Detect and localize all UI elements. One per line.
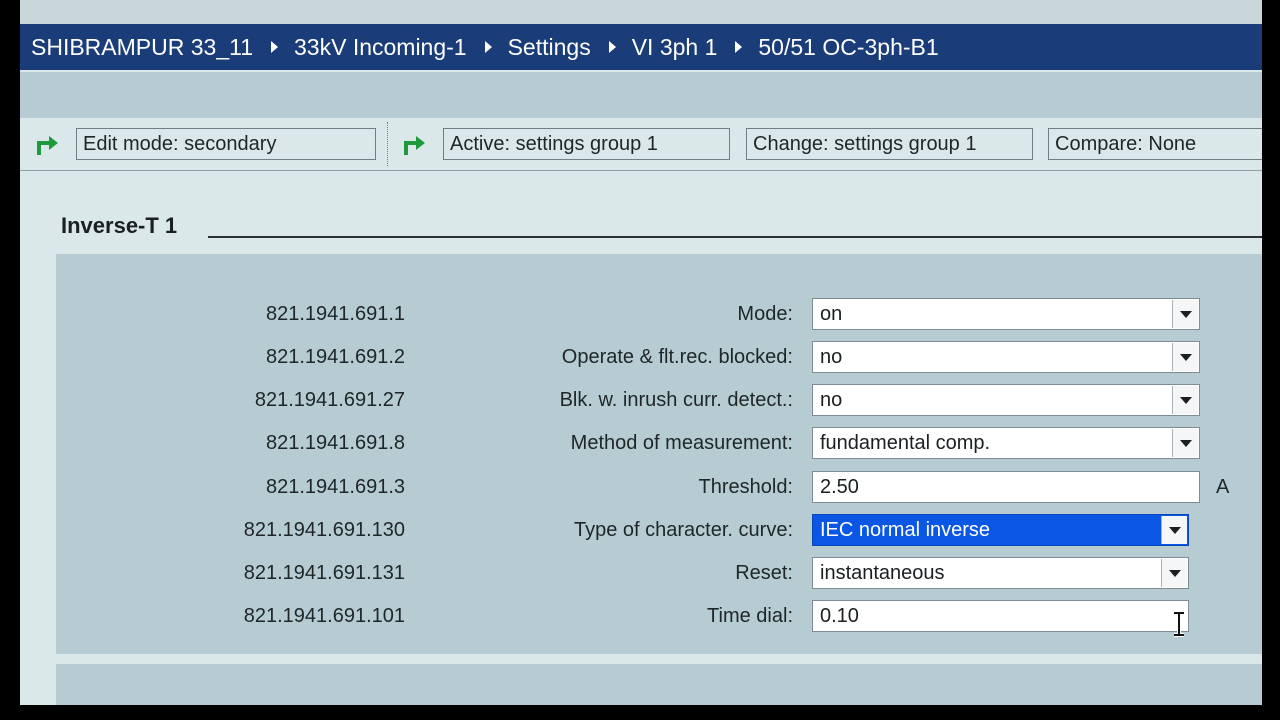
turn-right-arrow-icon[interactable] — [402, 133, 428, 157]
reset-value: instantaneous — [820, 562, 945, 584]
parameter-label: Threshold: — [698, 476, 794, 498]
edit-mode-field[interactable]: Edit mode: secondary — [76, 128, 376, 160]
inrush-block-value: no — [820, 389, 843, 411]
chevron-down-icon — [1168, 526, 1181, 534]
mode-value: on — [820, 303, 843, 325]
chevron-down-icon — [1179, 310, 1192, 318]
parameter-label: Type of character. curve: — [574, 519, 793, 541]
mode-select[interactable]: on — [812, 298, 1200, 330]
active-group-field[interactable]: Active: settings group 1 — [443, 128, 730, 160]
chevron-down-icon — [1168, 569, 1181, 577]
breadcrumb-item-feeder[interactable]: 33kV Incoming-1 — [294, 34, 467, 61]
threshold-input[interactable]: 2.50 — [812, 471, 1200, 503]
chevron-down-icon — [1179, 396, 1192, 404]
time-dial-input[interactable]: 0.10 — [812, 600, 1189, 632]
operate-blocked-value: no — [820, 346, 843, 368]
breadcrumb: SHIBRAMPUR 33_11 33kV Incoming-1 Setting… — [20, 24, 1262, 70]
measurement-method-value: fundamental comp. — [820, 432, 991, 454]
parameter-label: Time dial: — [707, 605, 793, 627]
parameter-label: Blk. w. inrush curr. detect.: — [559, 389, 793, 411]
parameter-label: Operate & flt.rec. blocked: — [561, 346, 793, 368]
dropdown-button[interactable] — [1172, 429, 1198, 457]
parameter-label: Method of measurement: — [570, 432, 793, 454]
threshold-unit: A — [1216, 476, 1230, 498]
breadcrumb-separator-icon — [271, 41, 278, 53]
chevron-down-icon — [1179, 353, 1192, 361]
curve-type-value: IEC normal inverse — [820, 519, 991, 541]
measurement-method-select[interactable]: fundamental comp. — [812, 427, 1200, 459]
toolbar — [20, 72, 1262, 118]
threshold-value: 2.50 — [820, 476, 859, 498]
turn-right-arrow-icon[interactable] — [35, 133, 61, 157]
dropdown-button[interactable] — [1161, 516, 1187, 544]
dropdown-button[interactable] — [1172, 343, 1198, 371]
reset-select[interactable]: instantaneous — [812, 557, 1189, 589]
toolbar-divider — [387, 122, 388, 166]
breadcrumb-separator-icon — [608, 41, 616, 53]
compare-field[interactable]: Compare: None — [1048, 128, 1262, 160]
breadcrumb-item-station[interactable]: SHIBRAMPUR 33_11 — [31, 34, 253, 61]
change-group-field[interactable]: Change: settings group 1 — [746, 128, 1033, 160]
dropdown-button[interactable] — [1161, 559, 1187, 587]
breadcrumb-separator-icon — [735, 41, 743, 53]
breadcrumb-separator-icon — [484, 41, 492, 53]
section-title: Inverse-T 1 — [61, 213, 178, 238]
breadcrumb-item-settings[interactable]: Settings — [508, 34, 591, 61]
time-dial-value: 0.10 — [820, 605, 859, 627]
chevron-down-icon — [1179, 439, 1192, 447]
dropdown-button[interactable] — [1172, 300, 1198, 328]
operate-blocked-select[interactable]: no — [812, 341, 1200, 373]
next-settings-panel — [56, 664, 1262, 705]
text-cursor-icon — [1174, 611, 1184, 637]
top-menu-strip — [20, 0, 1262, 24]
parameter-label: Mode: — [737, 303, 793, 325]
section-divider — [208, 236, 1262, 238]
inrush-block-select[interactable]: no — [812, 384, 1200, 416]
dropdown-button[interactable] — [1172, 386, 1198, 414]
breadcrumb-item-function[interactable]: VI 3ph 1 — [632, 34, 718, 61]
parameter-label: Reset: — [735, 562, 793, 584]
breadcrumb-item-stage[interactable]: 50/51 OC-3ph-B1 — [758, 34, 938, 61]
curve-type-select[interactable]: IEC normal inverse — [812, 514, 1189, 546]
app-window: SHIBRAMPUR 33_11 33kV Incoming-1 Setting… — [20, 0, 1262, 705]
